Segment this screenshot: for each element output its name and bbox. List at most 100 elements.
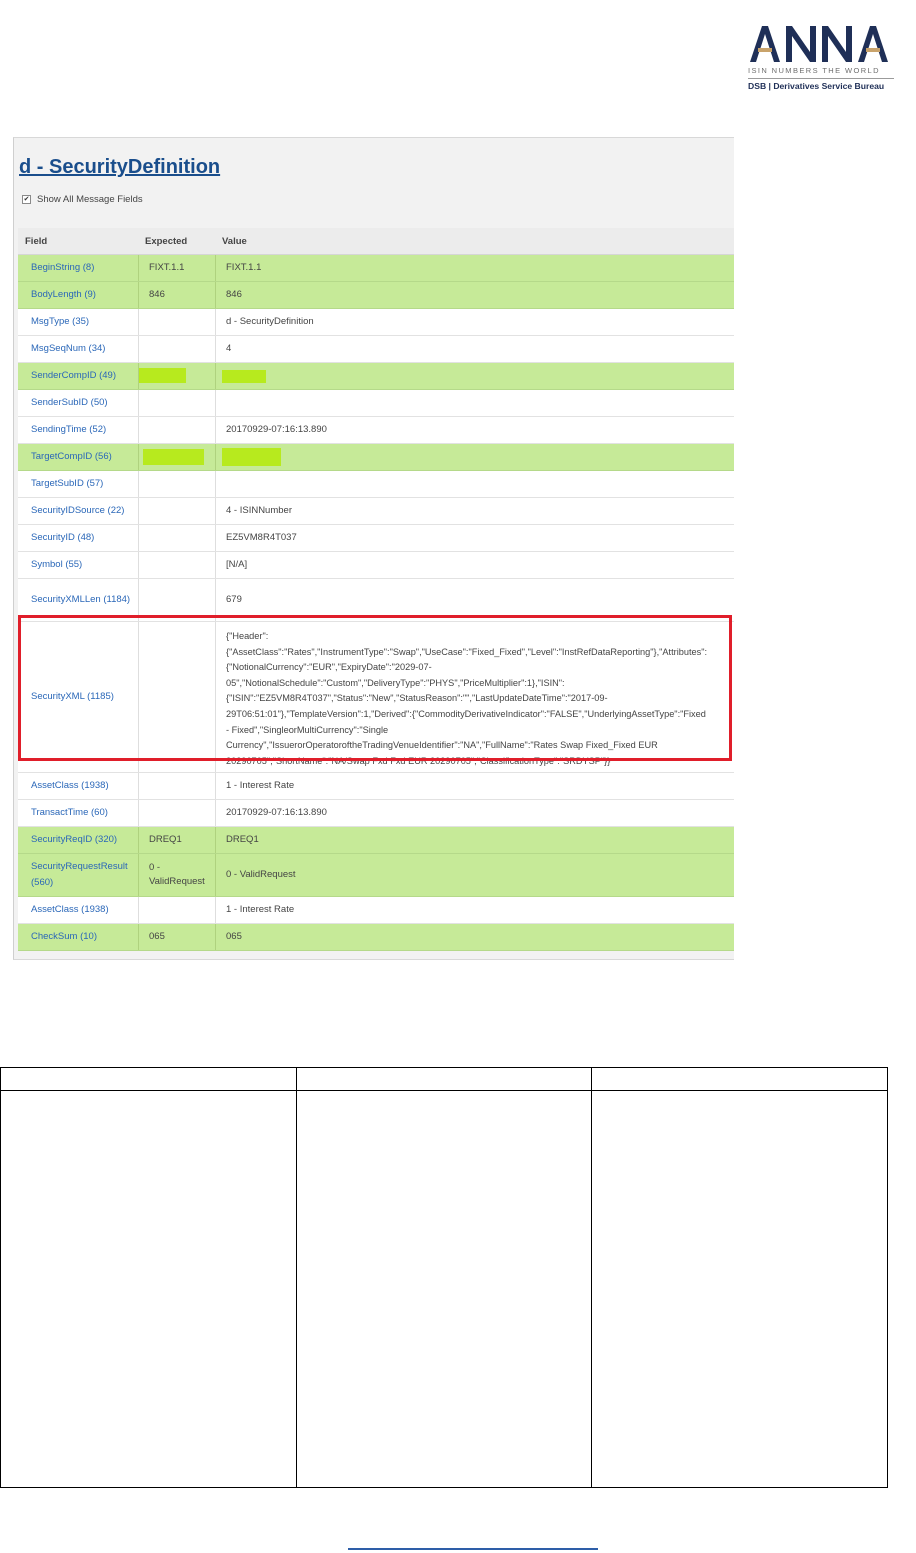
- value-cell: 20170929-07:16:13.890: [216, 417, 734, 443]
- logo-dsb-line: DSB | Derivatives Service Bureau: [748, 81, 885, 91]
- table-body-row: [0, 1090, 888, 1488]
- table-header-cell: [296, 1067, 592, 1091]
- field-name-link[interactable]: SecurityXMLLen (1184): [31, 592, 130, 608]
- field-name-link[interactable]: MsgType (35): [31, 314, 89, 330]
- field-name-link[interactable]: SecurityReqID (320): [31, 832, 117, 848]
- value-cell: 4 - ISINNumber: [216, 498, 734, 524]
- logo-divider: [748, 78, 894, 79]
- value-cell: d - SecurityDefinition: [216, 309, 734, 335]
- field-name-link[interactable]: TargetCompID (56): [31, 449, 112, 465]
- field-cell: MsgType (35): [18, 309, 139, 335]
- field-cell: SenderCompID (49): [18, 363, 139, 389]
- field-name-link[interactable]: MsgSeqNum (34): [31, 341, 105, 357]
- table-header: Field Expected Value: [18, 228, 734, 255]
- field-cell: SecurityXMLLen (1184): [18, 579, 139, 621]
- table-row: MsgType (35) d - SecurityDefinition: [18, 309, 734, 336]
- xml-line: {"AssetClass":"Rates","InstrumentType":"…: [226, 646, 708, 657]
- field-value: [N/A]: [226, 559, 248, 570]
- value-cell: 679: [216, 579, 734, 621]
- table-row: AssetClass (1938) 1 - Interest Rate: [18, 773, 734, 800]
- field-cell: SecurityRequestResult (560): [18, 854, 139, 896]
- show-all-checkbox[interactable]: ✔: [22, 195, 31, 204]
- table-row: TargetCompID (56): [18, 444, 734, 471]
- field-value: EZ5VM8R4T037: [226, 532, 297, 543]
- value-cell: 4: [216, 336, 734, 362]
- field-cell: SenderSubID (50): [18, 390, 139, 416]
- field-name-link[interactable]: AssetClass (1938): [31, 778, 109, 794]
- show-all-label: Show All Message Fields: [37, 194, 143, 205]
- field-name-link[interactable]: TransactTime (60): [31, 805, 108, 821]
- field-name-link[interactable]: SendingTime (52): [31, 422, 106, 438]
- expected-cell: [139, 552, 216, 578]
- table-row: SenderCompID (49): [18, 363, 734, 390]
- expected-cell: [139, 498, 216, 524]
- redaction-block: [222, 448, 281, 466]
- expected-cell: [139, 525, 216, 551]
- field-name-link[interactable]: CheckSum (10): [31, 929, 97, 945]
- xml-line: - Fixed","SingleorMultiCurrency":"Single: [226, 724, 389, 735]
- field-name-link[interactable]: SecurityXML (1185): [31, 689, 114, 705]
- field-cell: BodyLength (9): [18, 282, 139, 308]
- field-value: 1 - Interest Rate: [226, 904, 295, 915]
- show-all-fields-option[interactable]: ✔ Show All Message Fields: [22, 194, 143, 205]
- empty-table: [0, 1067, 888, 1488]
- table-row: SecurityID (48) EZ5VM8R4T037: [18, 525, 734, 552]
- expected-cell: [139, 579, 216, 621]
- field-value: DREQ1: [226, 834, 259, 845]
- field-value: 0 - ValidRequest: [226, 869, 296, 880]
- table-row: SecurityXML (1185) {"Header": {"AssetClass…: [18, 622, 734, 773]
- footer-link-underline[interactable]: [348, 1548, 598, 1550]
- field-value: 20170929-07:16:13.890: [226, 424, 327, 435]
- field-cell: SecurityIDSource (22): [18, 498, 139, 524]
- table-header-row: [0, 1067, 888, 1091]
- expected-value: FIXT.1.1: [149, 262, 185, 273]
- table-row: SenderSubID (50): [18, 390, 734, 417]
- table-row: TargetSubID (57): [18, 471, 734, 498]
- field-cell: Symbol (55): [18, 552, 139, 578]
- field-name-link[interactable]: SecurityID (48): [31, 530, 94, 546]
- value-cell: [N/A]: [216, 552, 734, 578]
- field-name-link[interactable]: BeginString (8): [31, 260, 94, 276]
- message-title-link[interactable]: d - SecurityDefinition: [19, 156, 220, 179]
- field-cell: SecurityReqID (320): [18, 827, 139, 853]
- field-cell: SecurityXML (1185): [18, 622, 139, 772]
- field-cell: MsgSeqNum (34): [18, 336, 139, 362]
- table-row: AssetClass (1938) 1 - Interest Rate: [18, 897, 734, 924]
- field-value: 846: [226, 289, 242, 300]
- table-row: SendingTime (52) 20170929-07:16:13.890: [18, 417, 734, 444]
- field-name-link[interactable]: BodyLength (9): [31, 287, 96, 303]
- value-cell: 0 - ValidRequest: [216, 854, 734, 896]
- table-row: SecurityRequestResult (560) 0 - ValidRequ…: [18, 854, 734, 897]
- expected-cell: [139, 336, 216, 362]
- table-header-cell: [591, 1067, 888, 1091]
- security-xml-value: {"Header": {"AssetClass":"Rates","Instrum…: [226, 629, 734, 769]
- table-row: CheckSum (10) 065 065: [18, 924, 734, 951]
- table-row: MsgSeqNum (34) 4: [18, 336, 734, 363]
- expected-cell: [139, 309, 216, 335]
- field-name-link[interactable]: SenderCompID (49): [31, 368, 116, 384]
- value-cell: FIXT.1.1: [216, 255, 734, 281]
- expected-cell: [139, 773, 216, 799]
- table-header-cell: [0, 1067, 297, 1091]
- column-header-expected: Expected: [145, 236, 188, 247]
- xml-line: 20290705","ShortName":"NA/Swap Fxd Fxd E…: [226, 755, 611, 766]
- table-row: SecurityReqID (320) DREQ1 DREQ1: [18, 827, 734, 854]
- value-cell: [216, 444, 734, 470]
- field-name-link[interactable]: AssetClass (1938): [31, 902, 109, 918]
- expected-value: 065: [149, 931, 165, 942]
- field-cell: TargetCompID (56): [18, 444, 139, 470]
- redaction-block: [222, 370, 266, 383]
- field-name-link[interactable]: SenderSubID (50): [31, 395, 108, 411]
- expected-cell: [139, 390, 216, 416]
- expected-cell: [139, 417, 216, 443]
- field-cell: TargetSubID (57): [18, 471, 139, 497]
- field-name-link[interactable]: TargetSubID (57): [31, 476, 103, 492]
- field-value: 4 - ISINNumber: [226, 505, 292, 516]
- expected-cell: 0 - ValidRequest: [139, 854, 216, 896]
- field-name-link[interactable]: SecurityRequestResult (560): [31, 859, 138, 891]
- field-name-link[interactable]: Symbol (55): [31, 557, 82, 573]
- security-definition-panel: d - SecurityDefinition ✔ Show All Messag…: [13, 137, 734, 960]
- field-name-link[interactable]: SecurityIDSource (22): [31, 503, 124, 519]
- field-value: 065: [226, 931, 242, 942]
- field-value: FIXT.1.1: [226, 262, 262, 273]
